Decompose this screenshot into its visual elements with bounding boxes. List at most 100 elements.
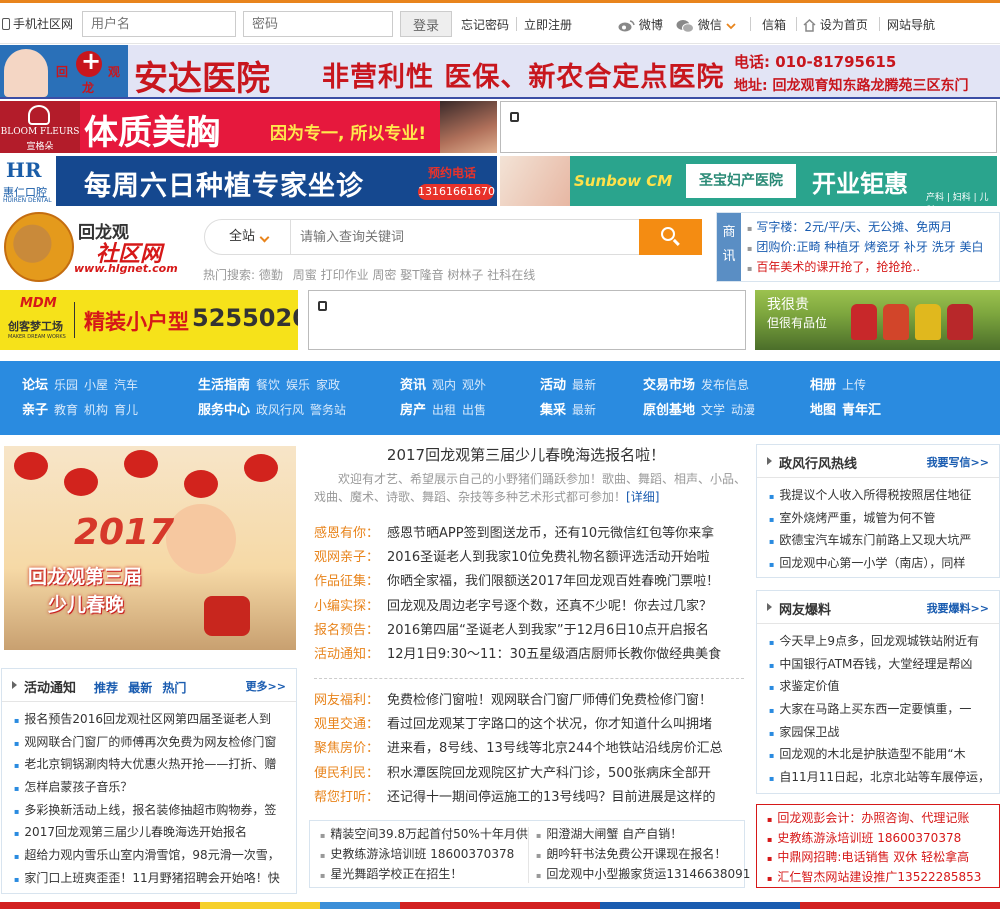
nav-link[interactable]: 乐园 [54, 378, 78, 392]
bottom-ad-strip[interactable] [0, 902, 1000, 909]
nav-link[interactable]: 交易市场 [643, 378, 695, 393]
empty-ad-slot[interactable] [308, 290, 746, 350]
nav-link[interactable]: 动漫 [731, 403, 755, 417]
nav-link[interactable]: 文学 [701, 403, 725, 417]
nav-link[interactable]: 发布信息 [701, 378, 749, 392]
news-item[interactable]: 报名预告： 2016第四届“圣诞老人到我家”于12月6日10点开启报名 [314, 619, 744, 643]
ad-chuangke[interactable]: MDM 创客梦工场 MAKER DREAM WORKS 精装小户型 525502… [0, 290, 298, 350]
activity-item[interactable]: 家门口上班爽歪歪！11月野猪招聘会开始咯！快 [14, 867, 282, 890]
nav-link[interactable]: 生活指南 [198, 378, 250, 393]
news-category[interactable]: 网友福利： [314, 693, 379, 708]
headline[interactable]: 2017回龙观第三届少儿春晚海选报名啦！ [308, 444, 744, 465]
more-link[interactable]: 更多>> [246, 678, 286, 694]
nav-link[interactable]: 地图 [810, 403, 836, 418]
report-item[interactable]: 大家在马路上买东西一定要慎重，一 [769, 698, 987, 721]
write-letter-link[interactable]: 我要写信>> [927, 454, 989, 470]
detail-link[interactable]: [详细] [626, 490, 659, 504]
report-item[interactable]: 中国银行ATM吞钱，大堂经理是帮凶 [769, 653, 987, 676]
news-item[interactable]: 聚焦房价： 进来看，8号线、13号线等北京244个地铁站沿线房价汇总 [314, 737, 744, 761]
sponsored-item[interactable]: 史教练游泳培训班 18600370378 [767, 829, 999, 849]
news-item[interactable]: 网友福利： 免费检修门窗啦！观网联合门窗厂师傅们免费检修门窗！ [314, 689, 744, 713]
empty-ad-slot[interactable] [500, 101, 997, 153]
nav-link[interactable]: 教育 [54, 403, 78, 417]
nav-link[interactable]: 最新 [572, 403, 596, 417]
news-category[interactable]: 作品征集： [314, 574, 379, 589]
nav-link[interactable]: 服务中心 [198, 403, 250, 418]
search-button[interactable] [639, 219, 702, 255]
activity-item[interactable]: 2017回龙观第三届少儿春晚海选开始报名 [14, 821, 282, 844]
hot-search-term[interactable]: 周蜜 [293, 268, 317, 282]
news-item[interactable]: 观网亲子： 2016圣诞老人到我家10位免费礼物名额评选活动开始啦 [314, 546, 744, 570]
site-navigation-link[interactable]: 网站导航 [887, 16, 935, 33]
sponsored-item[interactable]: 回龙观彭会计：办照咨询、代理记账 [767, 809, 999, 829]
classified-item[interactable]: 精装空间39.8万起首付50%十年月供 [320, 825, 527, 845]
nav-link[interactable]: 资讯 [400, 378, 426, 393]
login-button[interactable]: 登录 [400, 11, 452, 37]
activity-item[interactable]: 观网联合门窗厂的师傅再次免费为网友检修门窗 [14, 731, 282, 754]
news-category[interactable]: 观里交通： [314, 717, 379, 732]
nav-link[interactable]: 亲子 [22, 403, 48, 418]
activity-item[interactable]: 怎样启蒙孩子音乐？ [14, 776, 282, 799]
nav-link[interactable]: 青年汇 [842, 403, 881, 418]
news-category[interactable]: 帮您打听： [314, 790, 379, 805]
classified-item[interactable]: 史教练游泳培训班 18600370378 [320, 845, 528, 865]
ad-anda-hospital[interactable]: 回 观 龙 安达医院 非营利性 医保、新农合定点医院 电话: 010-81795… [0, 45, 1000, 99]
report-link[interactable]: 我要爆料>> [927, 600, 989, 616]
classified-item[interactable]: 回龙观中小型搬家货运13146638091 [536, 865, 750, 885]
tab-recommended[interactable]: 推荐 [94, 681, 118, 695]
news-category[interactable]: 小编实探： [314, 599, 379, 614]
password-input[interactable] [243, 11, 393, 37]
news-item[interactable]: 作品征集： 你晒全家福，我们限额送2017年回龙观百姓春晚门票啦！ [314, 570, 744, 594]
hot-search-term[interactable]: 娶T隆音 [400, 268, 443, 282]
news-category[interactable]: 观网亲子： [314, 550, 379, 565]
classified-item[interactable]: 星光舞蹈学校正在招生！ [320, 865, 528, 885]
report-item[interactable]: 自11月11日起，北京北站等车展停运， [769, 766, 987, 789]
ad-sunbow-hospital[interactable]: Sunbow CM 圣宝妇产医院 开业钜惠 产科 | 妇科 | 儿科 [500, 156, 997, 206]
hot-search-term[interactable]: 社科在线 [487, 268, 535, 282]
ad-huiren-dental[interactable]: HR 惠仁口腔 HUIREN DENTAL 每周六日种植专家坐诊 预约电话 13… [0, 156, 497, 206]
activity-item[interactable]: 超给力观内雪乐山室内滑雪馆，98元滑一次雪， [14, 844, 282, 867]
nav-link[interactable]: 小屋 [84, 378, 108, 392]
weibo-link[interactable]: 微博 [618, 16, 663, 33]
ad-bloom-fleurs[interactable]: BLOOM FLEURS 宣格朵 体质美胸 因为专一, 所以专业! [0, 101, 497, 153]
report-item[interactable]: 回龙观的木北是护肤造型不能用“木 [769, 743, 987, 766]
nav-link[interactable]: 观外 [462, 378, 486, 392]
nav-link[interactable]: 出租 [432, 403, 456, 417]
nav-link[interactable]: 育儿 [114, 403, 138, 417]
nav-link[interactable]: 家政 [316, 378, 340, 392]
news-category[interactable]: 报名预告： [314, 623, 379, 638]
nav-link[interactable]: 观内 [432, 378, 456, 392]
business-news-item[interactable]: 写字楼：2元/平/天、无公摊、免两月 [747, 217, 984, 237]
report-item[interactable]: 求鉴定价值 [769, 675, 987, 698]
mailbox-link[interactable]: 信箱 [762, 16, 786, 33]
nav-link[interactable]: 警务站 [310, 403, 346, 417]
news-item[interactable]: 观里交通： 看过回龙观某丁字路口的这个状况，你才知道什么叫拥堵 [314, 713, 744, 737]
report-item[interactable]: 家园保卫战 [769, 721, 987, 744]
classified-item[interactable]: 朗吟轩书法免费公开课现在报名！ [536, 845, 750, 865]
activity-item[interactable]: 多彩换新活动上线，报名装修抽超市购物券，签 [14, 799, 282, 822]
report-item[interactable]: 今天早上9点多，回龙观城铁站附近有 [769, 630, 987, 653]
mobile-site-link[interactable]: 手机社区网 [2, 15, 73, 32]
register-link[interactable]: 立即注册 [524, 16, 572, 33]
forgot-password-link[interactable]: 忘记密码 [461, 16, 509, 33]
hot-search-term[interactable]: 德勤 [259, 268, 283, 282]
classified-item[interactable]: 阳澄湖大闸蟹 自产自销！ [536, 825, 750, 845]
nav-link[interactable]: 机构 [84, 403, 108, 417]
search-input[interactable] [292, 220, 642, 254]
ad-bags[interactable]: 我很贵 但很有品位 [755, 290, 1000, 350]
news-item[interactable]: 小编实探： 回龙观及周边老字号逐个数，还真不少呢！你去过几家？ [314, 595, 744, 619]
nav-link[interactable]: 房产 [400, 403, 426, 418]
news-item[interactable]: 便民利民： 积水潭医院回龙观院区扩大产科门诊，500张病床全部开 [314, 762, 744, 786]
hotline-item[interactable]: 欧德宝汽车城东门前路上又现大坑严 [769, 529, 987, 552]
nav-link[interactable]: 论坛 [22, 378, 48, 393]
sponsored-item[interactable]: 中鼎网招聘:电话销售 双休 轻松拿高 [767, 848, 999, 868]
hotline-item[interactable]: 我提议个人收入所得税按照居住地征 [769, 484, 987, 507]
nav-link[interactable]: 活动 [540, 378, 566, 393]
weixin-link[interactable]: 微信 [676, 16, 736, 33]
nav-link[interactable]: 出售 [462, 403, 486, 417]
hotline-item[interactable]: 回龙观中心第一小学（南店），同样 [769, 552, 987, 575]
nav-link[interactable]: 原创基地 [643, 403, 695, 418]
news-item[interactable]: 感恩有你： 感恩节晒APP签到图送龙币，还有10元微信红包等你来拿 [314, 522, 744, 546]
business-news-item[interactable]: 百年美术的课开抢了，抢抢抢.. [747, 257, 984, 277]
news-category[interactable]: 便民利民： [314, 766, 379, 781]
